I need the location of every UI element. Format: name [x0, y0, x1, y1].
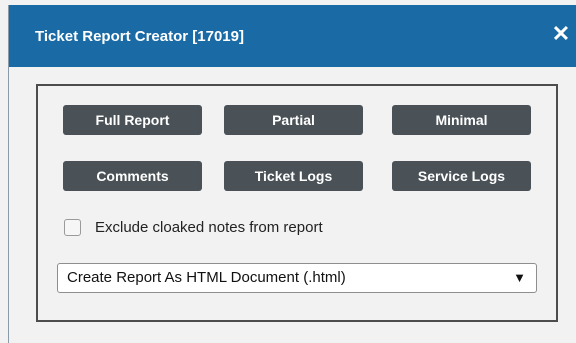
- partial-button[interactable]: Partial: [224, 105, 363, 135]
- service-logs-button[interactable]: Service Logs: [392, 161, 531, 191]
- full-report-button[interactable]: Full Report: [63, 105, 202, 135]
- report-options-panel: Full Report Partial Minimal Comments Tic…: [36, 84, 558, 322]
- close-icon[interactable]: ✕: [551, 23, 571, 45]
- ticket-logs-button[interactable]: Ticket Logs: [224, 161, 363, 191]
- report-format-select[interactable]: Create Report As HTML Document (.html) ▼: [57, 263, 537, 293]
- dropdown-arrow-icon: ▼: [513, 270, 526, 285]
- ticket-report-dialog: Ticket Report Creator [17019] ✕ Full Rep…: [8, 5, 576, 343]
- dialog-titlebar: Ticket Report Creator [17019] ✕: [9, 5, 576, 67]
- exclude-cloaked-label: Exclude cloaked notes from report: [95, 219, 323, 236]
- minimal-button[interactable]: Minimal: [392, 105, 531, 135]
- comments-button[interactable]: Comments: [63, 161, 202, 191]
- report-format-value: Create Report As HTML Document (.html): [67, 269, 346, 286]
- exclude-cloaked-checkbox[interactable]: [64, 219, 81, 236]
- dialog-title: Ticket Report Creator [17019]: [35, 28, 244, 45]
